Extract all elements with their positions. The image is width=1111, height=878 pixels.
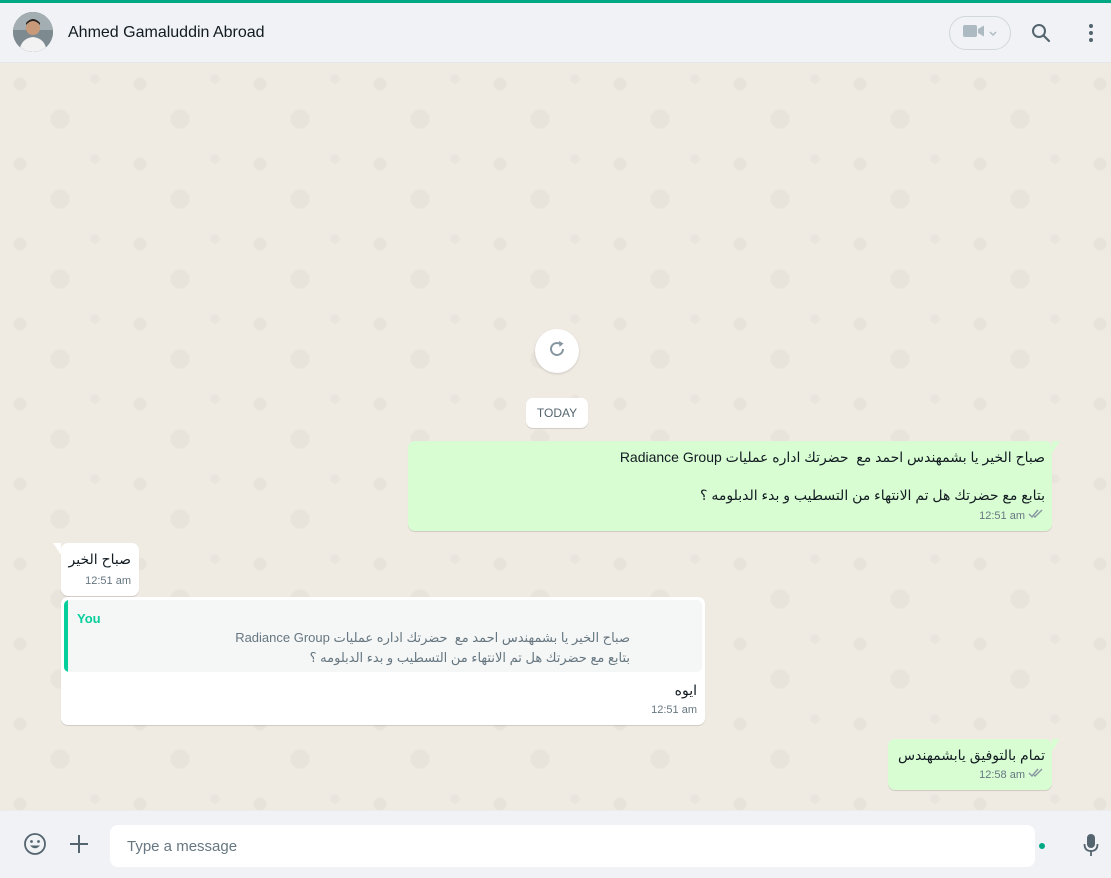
status-dot [1039,843,1045,849]
search-icon[interactable] [1029,21,1053,45]
double-check-icon [1028,507,1044,526]
message-text: ايوه [674,682,697,698]
message-bubble-incoming-reply[interactable]: You صباح الخير يا بشمهندس احمد مع حضرتك … [61,597,705,725]
load-earlier-button[interactable] [535,329,579,373]
double-check-icon [1028,766,1044,785]
message-composer [0,810,1111,878]
message-time: 12:58 am [979,769,1025,781]
message-input[interactable] [110,825,1035,867]
message-meta: 12:51 am [979,507,1044,526]
message-text: صباح الخير [68,551,131,567]
quote-author: You [77,611,101,626]
chat-header: Ahmed Gamaluddin Abroad [0,3,1111,63]
bubble-tail [53,543,61,555]
message-text: تمام بالتوفيق يابشمهندس [898,747,1045,763]
message-text: صباح الخير يا بشمهندس احمد مع حضرتك ادار… [619,449,1045,503]
avatar[interactable] [13,12,53,52]
message-bubble-outgoing[interactable]: صباح الخير يا بشمهندس احمد مع حضرتك ادار… [408,441,1060,531]
message-bubble-incoming[interactable]: صباح الخير 12:51 am [53,543,139,596]
quoted-message[interactable]: You صباح الخير يا بشمهندس احمد مع حضرتك … [64,600,702,672]
message-meta: 12:58 am [979,766,1044,785]
bubble-tail [1052,739,1060,751]
message-time: 12:51 am [85,575,131,587]
video-camera-icon [963,24,985,43]
microphone-icon[interactable] [1079,831,1103,859]
refresh-icon [547,339,567,364]
quote-accent-bar [64,600,68,672]
message-list[interactable]: TODAY صباح الخير يا بشمهندس احمد مع حضرت… [0,64,1111,810]
date-divider: TODAY [526,398,588,428]
contact-name[interactable]: Ahmed Gamaluddin Abroad [68,24,265,42]
message-bubble-outgoing[interactable]: تمام بالتوفيق يابشمهندس 12:58 am [888,739,1060,790]
plus-icon[interactable] [66,831,92,857]
bubble-tail [1052,441,1060,453]
message-meta: 12:51 am [85,572,131,591]
quote-text: صباح الخير يا بشمهندس احمد مع حضرتك ادار… [235,630,630,665]
chevron-down-icon [989,24,997,42]
message-meta: 12:51 am [651,701,697,720]
video-call-button[interactable] [949,16,1011,50]
message-time: 12:51 am [979,510,1025,522]
whatsapp-chat-window: Ahmed Gamaluddin Abroad TODAY صباح الخير… [0,0,1111,878]
message-time: 12:51 am [651,704,697,716]
more-vertical-icon[interactable] [1079,21,1103,45]
emoji-icon[interactable] [22,831,48,857]
